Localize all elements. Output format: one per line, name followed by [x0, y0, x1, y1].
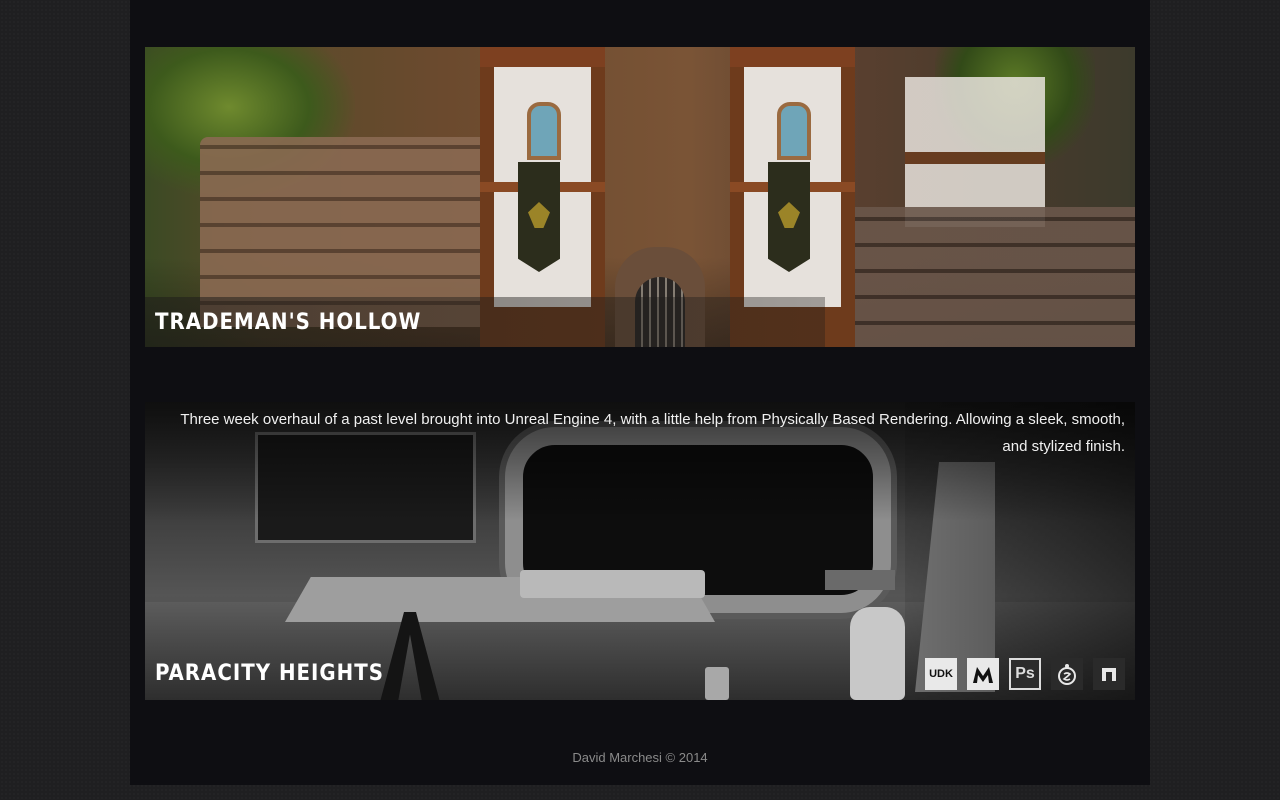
ndo-icon — [1093, 658, 1125, 690]
photoshop-icon: Ps — [1009, 658, 1041, 690]
footer-copyright: David Marchesi © 2014 — [572, 750, 708, 765]
project-title: Paracity Heights — [155, 660, 384, 686]
project-description: Three week overhaul of a past level brou… — [180, 411, 1125, 455]
page-container: Trademan's Hollow Three week overhaul of… — [130, 0, 1150, 785]
substance-icon — [1051, 658, 1083, 690]
project-card-tradesmans-hollow[interactable]: Trademan's Hollow — [145, 47, 1135, 347]
udk-icon: UDK — [925, 658, 957, 690]
unreal-engine-icon — [967, 658, 999, 690]
houses — [905, 77, 1045, 227]
project-title: Trademan's Hollow — [145, 297, 825, 347]
project-card-paracity-heights[interactable]: Three week overhaul of a past level brou… — [145, 402, 1135, 700]
udk-icon-label: UDK — [929, 668, 953, 680]
tool-icons: UDK Ps — [925, 658, 1125, 690]
stone-wall-right — [855, 207, 1135, 347]
photoshop-icon-label: Ps — [1015, 665, 1035, 682]
